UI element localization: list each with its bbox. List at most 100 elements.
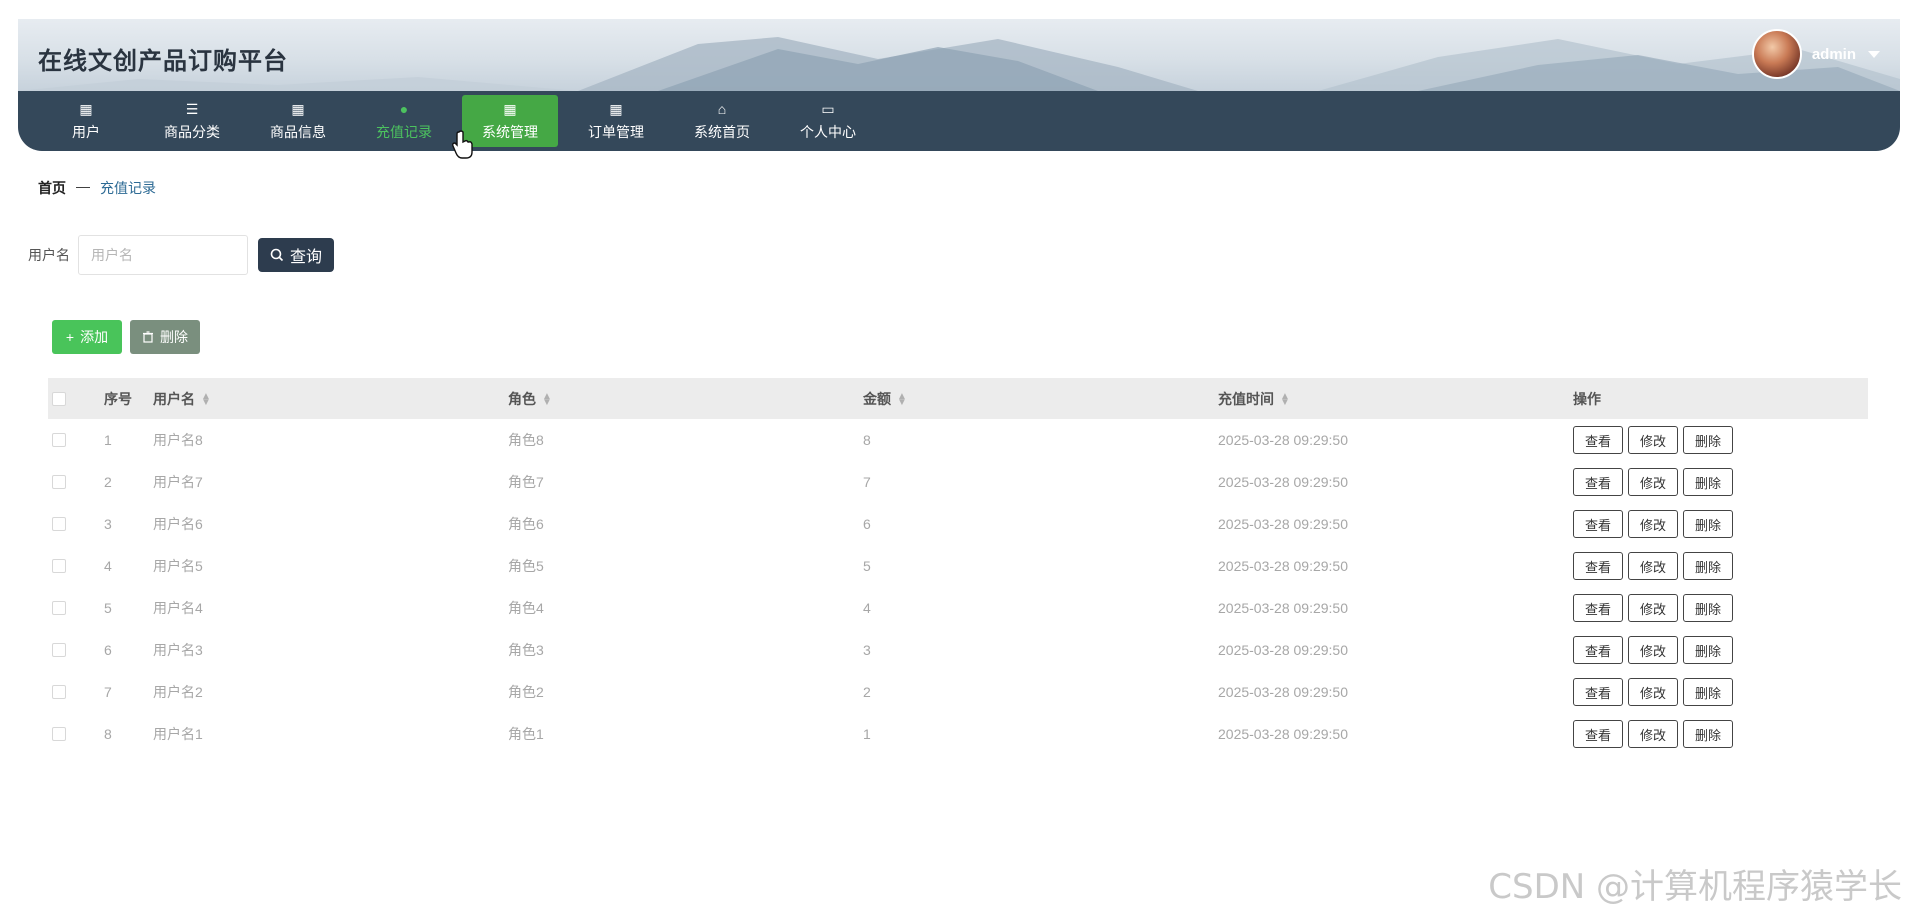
- cell-ops: 查看 修改 删除: [1573, 426, 1868, 454]
- cell-amount: 2: [863, 684, 871, 700]
- username[interactable]: admin: [1812, 46, 1856, 63]
- search-button[interactable]: 查询: [258, 238, 334, 272]
- view-button[interactable]: 查看: [1573, 552, 1623, 580]
- row-check-cell: [48, 475, 104, 489]
- row-delete-button[interactable]: 删除: [1683, 636, 1733, 664]
- cell-time: 2025-03-28 09:29:50: [1218, 600, 1348, 616]
- grid-icon: ▦: [609, 101, 623, 117]
- cell-username: 用户名1: [153, 726, 203, 742]
- row-checkbox[interactable]: [52, 475, 66, 489]
- row-delete-button[interactable]: 删除: [1683, 594, 1733, 622]
- cell-index: 3: [104, 516, 112, 532]
- mountain-banner: 在线文创产品订购平台 admin: [18, 19, 1900, 91]
- nav-item-category[interactable]: ☰ 商品分类: [144, 95, 240, 147]
- header-role[interactable]: 角色 ▲ ▼: [508, 389, 863, 409]
- add-button[interactable]: + 添加: [52, 320, 122, 354]
- cell-index: 4: [104, 558, 112, 574]
- nav-item-profile[interactable]: ▭ 个人中心: [780, 95, 876, 147]
- edit-button[interactable]: 修改: [1628, 636, 1678, 664]
- edit-button[interactable]: 修改: [1628, 510, 1678, 538]
- row-checkbox[interactable]: [52, 643, 66, 657]
- breadcrumb-home[interactable]: 首页: [38, 178, 66, 198]
- user-menu[interactable]: admin: [1751, 29, 1880, 79]
- cell-role: 角色7: [508, 474, 544, 490]
- sort-icon[interactable]: ▲ ▼: [1280, 391, 1290, 407]
- cell-ops: 查看 修改 删除: [1573, 720, 1868, 748]
- nav-item-recharge[interactable]: ● 充值记录: [356, 95, 452, 147]
- view-button[interactable]: 查看: [1573, 678, 1623, 706]
- row-checkbox[interactable]: [52, 601, 66, 615]
- chevron-down-icon[interactable]: [1868, 50, 1880, 58]
- edit-button[interactable]: 修改: [1628, 678, 1678, 706]
- add-button-label: 添加: [80, 329, 109, 345]
- search-bar: 用户名 查询: [28, 235, 334, 275]
- sort-icon[interactable]: ▲ ▼: [201, 391, 211, 407]
- cell-index: 2: [104, 474, 112, 490]
- nav-label: 充值记录: [376, 124, 432, 140]
- username-search-input[interactable]: [78, 235, 248, 275]
- cell-username: 用户名6: [153, 516, 203, 532]
- edit-button[interactable]: 修改: [1628, 468, 1678, 496]
- view-button[interactable]: 查看: [1573, 510, 1623, 538]
- row-checkbox[interactable]: [52, 727, 66, 741]
- nav-item-orders[interactable]: ▦ 订单管理: [568, 95, 664, 147]
- table-row: 5 用户名4 角色4 4 2025-03-28 09:29:50 查看 修改 删…: [48, 587, 1868, 629]
- delete-button[interactable]: 删除: [130, 320, 200, 354]
- cell-role: 角色1: [508, 726, 544, 742]
- row-check-cell: [48, 559, 104, 573]
- cell-username: 用户名7: [153, 474, 203, 490]
- row-delete-button[interactable]: 删除: [1683, 720, 1733, 748]
- nav-item-user[interactable]: ▦ 用户: [38, 95, 134, 147]
- table-row: 7 用户名2 角色2 2 2025-03-28 09:29:50 查看 修改 删…: [48, 671, 1868, 713]
- edit-button[interactable]: 修改: [1628, 720, 1678, 748]
- cell-username: 用户名5: [153, 558, 203, 574]
- view-button[interactable]: 查看: [1573, 636, 1623, 664]
- cell-time: 2025-03-28 09:29:50: [1218, 432, 1348, 448]
- hand-cursor-icon: [452, 130, 473, 159]
- header-username[interactable]: 用户名 ▲ ▼: [153, 389, 508, 409]
- row-checkbox[interactable]: [52, 685, 66, 699]
- view-button[interactable]: 查看: [1573, 426, 1623, 454]
- row-delete-button[interactable]: 删除: [1683, 552, 1733, 580]
- grid-icon: ▦: [79, 101, 93, 117]
- view-button[interactable]: 查看: [1573, 594, 1623, 622]
- cell-ops: 查看 修改 删除: [1573, 468, 1868, 496]
- table-row: 8 用户名1 角色1 1 2025-03-28 09:29:50 查看 修改 删…: [48, 713, 1868, 755]
- row-delete-button[interactable]: 删除: [1683, 510, 1733, 538]
- header-amount[interactable]: 金额 ▲ ▼: [863, 389, 1218, 409]
- nav-label: 系统管理: [482, 124, 538, 140]
- row-checkbox[interactable]: [52, 517, 66, 531]
- nav-label: 商品分类: [164, 124, 220, 140]
- avatar[interactable]: [1751, 29, 1802, 79]
- row-checkbox[interactable]: [52, 559, 66, 573]
- sort-icon[interactable]: ▲ ▼: [897, 391, 907, 407]
- nav-item-system[interactable]: ▦ 系统管理: [462, 95, 558, 147]
- view-button[interactable]: 查看: [1573, 468, 1623, 496]
- row-delete-button[interactable]: 删除: [1683, 678, 1733, 706]
- row-check-cell: [48, 685, 104, 699]
- nav-item-product[interactable]: ▦ 商品信息: [250, 95, 346, 147]
- sort-icon[interactable]: ▲ ▼: [542, 391, 552, 407]
- select-all-checkbox[interactable]: [52, 391, 66, 406]
- cell-role: 角色3: [508, 642, 544, 658]
- row-check-cell: [48, 601, 104, 615]
- breadcrumb: 首页 — 充值记录: [38, 178, 156, 198]
- edit-button[interactable]: 修改: [1628, 552, 1678, 580]
- edit-button[interactable]: 修改: [1628, 594, 1678, 622]
- row-delete-button[interactable]: 删除: [1683, 426, 1733, 454]
- cell-username: 用户名2: [153, 684, 203, 700]
- header-check-cell: [48, 391, 104, 406]
- table-row: 4 用户名5 角色5 5 2025-03-28 09:29:50 查看 修改 删…: [48, 545, 1868, 587]
- cell-ops: 查看 修改 删除: [1573, 636, 1868, 664]
- nav-item-home[interactable]: ⌂ 系统首页: [674, 95, 770, 147]
- home-icon: ⌂: [717, 101, 727, 117]
- cell-time: 2025-03-28 09:29:50: [1218, 642, 1348, 658]
- location-icon: ●: [399, 101, 409, 117]
- row-delete-button[interactable]: 删除: [1683, 468, 1733, 496]
- header-ops: 操作: [1573, 390, 1601, 407]
- edit-button[interactable]: 修改: [1628, 426, 1678, 454]
- cell-username: 用户名3: [153, 642, 203, 658]
- view-button[interactable]: 查看: [1573, 720, 1623, 748]
- row-checkbox[interactable]: [52, 433, 66, 447]
- header-time[interactable]: 充值时间 ▲ ▼: [1218, 389, 1573, 409]
